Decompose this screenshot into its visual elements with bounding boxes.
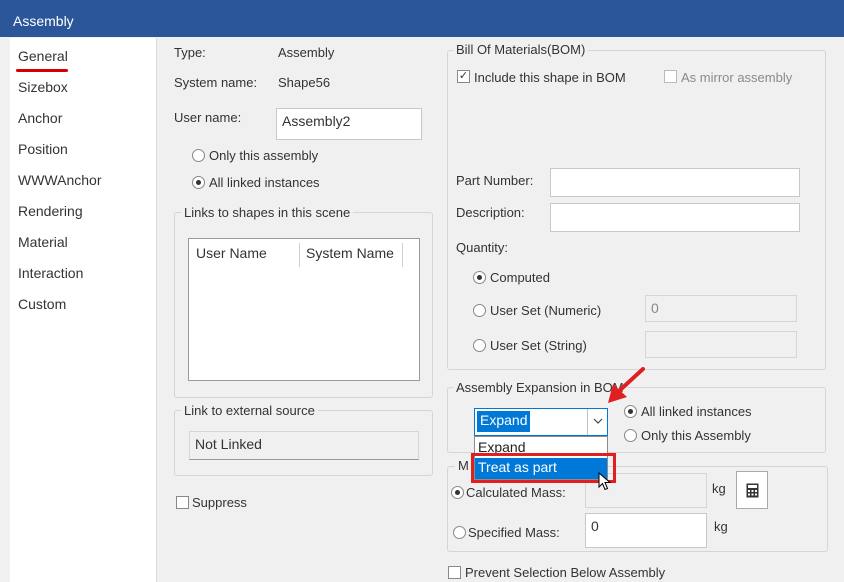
sidebar-item-anchor[interactable]: Anchor [18,110,62,126]
quantity-computed-radio[interactable] [473,271,486,284]
mouse-cursor-icon [598,472,612,491]
sidebar-item-interaction[interactable]: Interaction [18,265,83,281]
quantity-numeric-input[interactable]: 0 [645,295,797,322]
description-input[interactable] [550,203,800,232]
links-group-title: Links to shapes in this scene [181,205,354,220]
expansion-only-this-label: Only this Assembly [641,428,751,443]
quantity-numeric-radio[interactable] [473,304,486,317]
annotation-arrow-icon [608,367,645,403]
suppress-label: Suppress [192,495,247,510]
include-in-bom-label: Include this shape in BOM [474,70,626,85]
window-titlebar: Assembly [0,0,844,37]
window-title: Assembly [13,13,74,29]
links-listview[interactable]: User Name System Name [188,238,420,381]
type-value: Assembly [278,45,335,60]
expansion-only-this-radio[interactable] [624,429,637,442]
expansion-combobox-value: Expand [477,411,531,432]
include-in-bom-checkbox[interactable]: ✓ [457,70,470,83]
calculated-mass-radio[interactable] [451,486,464,499]
prevent-selection-checkbox[interactable] [448,566,461,579]
sidebar-item-material[interactable]: Material [18,234,68,250]
specified-mass-label: Specified Mass: [468,525,560,540]
quantity-string-input[interactable] [645,331,797,358]
sidebar-item-custom[interactable]: Custom [18,296,66,312]
part-number-input[interactable] [550,168,800,197]
user-name-input[interactable]: Assembly2 [276,108,422,140]
column-header-user-name[interactable]: User Name [196,245,267,261]
mass-group-title: M [455,458,472,473]
quantity-numeric-label: User Set (Numeric) [490,303,602,318]
column-divider [299,243,300,267]
user-name-label: User name: [174,110,242,125]
calculator-button[interactable] [736,471,768,509]
sidebar-item-position[interactable]: Position [18,141,68,157]
sidebar-item-sizebox[interactable]: Sizebox [18,79,68,95]
calculator-icon [746,483,759,498]
sidebar: General Sizebox Anchor Position WWWAncho… [10,38,157,582]
suppress-checkbox[interactable] [176,496,189,509]
quantity-string-label: User Set (String) [490,338,587,353]
sidebar-item-general[interactable]: General [18,48,68,64]
part-number-label: Part Number: [456,173,534,188]
prevent-selection-label: Prevent Selection Below Assembly [465,565,666,580]
quantity-computed-label: Computed [490,270,550,285]
specified-mass-unit: kg [714,519,728,534]
description-label: Description: [456,205,525,220]
specified-mass-radio[interactable] [453,526,466,539]
bom-group-title: Bill Of Materials(BOM) [453,42,589,57]
quantity-string-radio[interactable] [473,339,486,352]
chevron-down-icon[interactable] [587,409,607,435]
calculated-mass-label: Calculated Mass: [466,485,566,500]
system-name-value: Shape56 [278,75,331,90]
mirror-assembly-checkbox[interactable] [664,70,677,83]
expansion-combobox[interactable]: Expand [474,408,608,436]
specified-mass-input[interactable]: 0 [585,513,707,548]
sidebar-item-rendering[interactable]: Rendering [18,203,83,219]
column-header-system-name[interactable]: System Name [306,245,394,261]
system-name-label: System name: [174,75,258,90]
only-this-assembly-radio[interactable] [192,149,205,162]
mirror-assembly-label: As mirror assembly [681,70,793,85]
type-label: Type: [174,45,206,60]
calculated-mass-unit: kg [712,481,726,496]
all-linked-instances-label: All linked instances [209,175,320,190]
sidebar-item-wwwanchor[interactable]: WWWAnchor [18,172,101,188]
column-divider [402,243,403,267]
annotation-highlight-box [471,453,616,483]
active-tab-underline [16,69,68,72]
expansion-all-linked-label: All linked instances [641,404,752,419]
external-source-field: Not Linked [189,431,419,460]
quantity-label: Quantity: [456,240,509,255]
only-this-assembly-label: Only this assembly [209,148,319,163]
all-linked-instances-radio[interactable] [192,176,205,189]
external-source-group-title: Link to external source [181,403,318,418]
